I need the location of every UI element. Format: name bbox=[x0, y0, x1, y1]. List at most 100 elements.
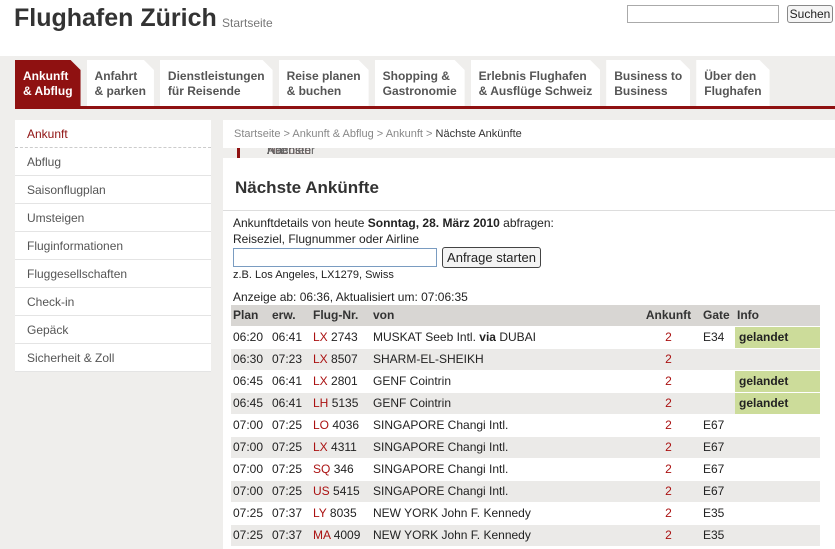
flight-number[interactable]: LO 4036 bbox=[311, 413, 371, 436]
sidebar-item[interactable]: Abflug bbox=[15, 148, 211, 176]
flight-number[interactable]: MA 4009 bbox=[311, 523, 371, 546]
search-example: z.B. Los Angeles, LX1279, Swiss bbox=[233, 269, 394, 281]
nav-tab[interactable]: Shopping & Gastronomie bbox=[375, 60, 465, 106]
column-header: erw. bbox=[270, 305, 311, 326]
airline-code: LX bbox=[313, 440, 328, 454]
breadcrumb-item: Nächste Ankünfte bbox=[435, 128, 522, 140]
search-input[interactable] bbox=[627, 5, 779, 23]
start-query-button[interactable]: Anfrage starten bbox=[442, 247, 541, 268]
flight-number[interactable]: LX 4311 bbox=[311, 435, 371, 458]
table-row[interactable]: 07:00 07:25 US 5415 SINGAPORE Changi Int… bbox=[231, 479, 820, 502]
flight-search-input[interactable] bbox=[233, 248, 437, 267]
nav-tab[interactable]: Ankunft & Abflug bbox=[15, 60, 81, 106]
sidebar-item[interactable]: Fluginformationen bbox=[15, 232, 211, 260]
gate: E35 bbox=[701, 501, 735, 524]
table-row[interactable]: 07:25 07:37 LY 8035 NEW YORK John F. Ken… bbox=[231, 501, 820, 524]
origin-name: SINGAPORE Changi Intl. bbox=[373, 462, 509, 476]
sidebar-item[interactable]: Saisonflugplan bbox=[15, 176, 211, 204]
sidebar-item[interactable]: Check-in bbox=[15, 288, 211, 316]
flight-number[interactable]: LH 5135 bbox=[311, 391, 371, 414]
flight-no: 5415 bbox=[333, 484, 360, 498]
status-badge bbox=[735, 347, 820, 370]
expected-time: 06:41 bbox=[270, 369, 311, 392]
nav-tab[interactable]: Dienstleistungen für Reisende bbox=[160, 60, 273, 106]
sidebar-item[interactable]: Umsteigen bbox=[15, 204, 211, 232]
nav-tab[interactable]: Business to Business bbox=[606, 60, 690, 106]
table-row[interactable]: 06:30 07:23 LX 8507 SHARM-EL-SHEIKH 2 bbox=[231, 347, 820, 370]
nav-tab[interactable]: Erlebnis Flughafen & Ausflüge Schweiz bbox=[471, 60, 601, 106]
origin: GENF Cointrin bbox=[371, 369, 636, 392]
arrival-terminal: 2 bbox=[636, 501, 701, 524]
nav-tab[interactable]: Über den Flughafen bbox=[696, 60, 769, 106]
tab-line2: für Reisende bbox=[167, 84, 241, 98]
gate bbox=[701, 347, 735, 370]
origin: SINGAPORE Changi Intl. bbox=[371, 457, 636, 480]
table-row[interactable]: 06:45 06:41 LH 5135 GENF Cointrin 2 gela… bbox=[231, 391, 820, 414]
expected-time: 07:25 bbox=[270, 413, 311, 436]
plan-time: 06:45 bbox=[231, 369, 270, 392]
origin: SHARM-EL-SHEIKH bbox=[371, 347, 636, 370]
divider bbox=[223, 210, 835, 211]
table-row[interactable]: 07:00 07:25 LO 4036 SINGAPORE Changi Int… bbox=[231, 413, 820, 436]
tab-line2: & Abflug bbox=[23, 84, 73, 98]
page-title: Nächste Ankünfte bbox=[235, 178, 379, 197]
airline-code: LH bbox=[313, 396, 329, 410]
flight-number[interactable]: LX 2743 bbox=[311, 325, 371, 348]
status-badge bbox=[735, 501, 820, 524]
search-button[interactable]: Suchen bbox=[787, 5, 833, 23]
status-badge: gelandet bbox=[735, 391, 820, 414]
sidebar-item[interactable]: Fluggesellschaften bbox=[15, 260, 211, 288]
nav-tab[interactable]: Anfahrt & parken bbox=[87, 60, 154, 106]
plan-time: 07:00 bbox=[231, 457, 270, 480]
plan-time: 07:25 bbox=[231, 523, 270, 546]
flight-number[interactable]: LY 8035 bbox=[311, 501, 371, 524]
tab-line2: & buchen bbox=[286, 84, 342, 98]
table-row[interactable]: 06:45 06:41 LX 2801 GENF Cointrin 2 gela… bbox=[231, 369, 820, 392]
table-row[interactable]: 07:25 07:37 MA 4009 NEW YORK John F. Ken… bbox=[231, 523, 820, 546]
sidebar-item[interactable]: Ankunft bbox=[15, 120, 211, 148]
query-prefix: Ankunftdetails von heute bbox=[233, 216, 368, 230]
plan-time: 06:30 bbox=[231, 347, 270, 370]
table-row[interactable]: 06:20 06:41 LX 2743 MUSKAT Seeb Intl. vi… bbox=[231, 325, 820, 348]
origin-name: NEW YORK John F. Kennedy bbox=[373, 528, 531, 543]
column-header: Plan bbox=[231, 305, 270, 326]
flight-number[interactable]: SQ 346 bbox=[311, 457, 371, 480]
status-badge bbox=[735, 479, 820, 502]
origin: MUSKAT Seeb Intl. via DUBAI bbox=[371, 325, 636, 348]
gate: E67 bbox=[701, 413, 735, 436]
breadcrumb-item[interactable]: Ankunft bbox=[386, 128, 423, 140]
flight-no: 346 bbox=[333, 462, 354, 476]
query-suffix: abfragen: bbox=[499, 216, 554, 230]
breadcrumb-separator: > bbox=[423, 128, 436, 140]
flight-no: 4311 bbox=[331, 440, 357, 454]
tab-line1: Dienstleistungen bbox=[167, 69, 265, 83]
table-row[interactable]: 07:00 07:25 LX 4311 SINGAPORE Changi Int… bbox=[231, 435, 820, 458]
origin: SINGAPORE Changi Intl. bbox=[371, 479, 636, 502]
airline-code: US bbox=[313, 484, 330, 498]
breadcrumb-item[interactable]: Ankunft & Abflug bbox=[292, 128, 373, 140]
origin: SINGAPORE Changi Intl. bbox=[371, 435, 636, 458]
flight-number[interactable]: LX 8507 bbox=[311, 347, 371, 370]
tab-line2: & Ausflüge Schweiz bbox=[478, 84, 593, 98]
gate: E34 bbox=[701, 325, 735, 348]
site-header: Flughafen Zürich Startseite Suchen bbox=[0, 0, 835, 56]
sidebar-item[interactable]: Sicherheit & Zoll bbox=[15, 344, 211, 372]
flight-number[interactable]: US 5415 bbox=[311, 479, 371, 502]
nav-tab[interactable]: Reise planen & buchen bbox=[279, 60, 369, 106]
table-row[interactable]: 07:00 07:25 SQ 346 SINGAPORE Changi Intl… bbox=[231, 457, 820, 480]
tab-line1: Reise planen bbox=[286, 69, 361, 83]
arrival-terminal: 2 bbox=[636, 523, 701, 546]
flight-number[interactable]: LX 2801 bbox=[311, 369, 371, 392]
arrival-terminal: 2 bbox=[636, 325, 701, 348]
breadcrumb-item[interactable]: Startseite bbox=[234, 128, 280, 140]
airline-code: SQ bbox=[313, 462, 331, 476]
tab-line1: Business to bbox=[614, 69, 683, 83]
tab-line2: Flughafen bbox=[704, 84, 762, 98]
airline-code: LX bbox=[313, 374, 328, 388]
expected-time: 06:41 bbox=[270, 391, 311, 414]
breadcrumb: Startseite > Ankunft & Abflug > Ankunft … bbox=[223, 120, 835, 148]
origin-name: SINGAPORE Changi Intl. bbox=[373, 418, 509, 432]
origin-name: GENF Cointrin bbox=[373, 374, 452, 388]
site-logo[interactable]: Flughafen Zürich bbox=[14, 4, 217, 33]
sidebar-item[interactable]: Gepäck bbox=[15, 316, 211, 344]
